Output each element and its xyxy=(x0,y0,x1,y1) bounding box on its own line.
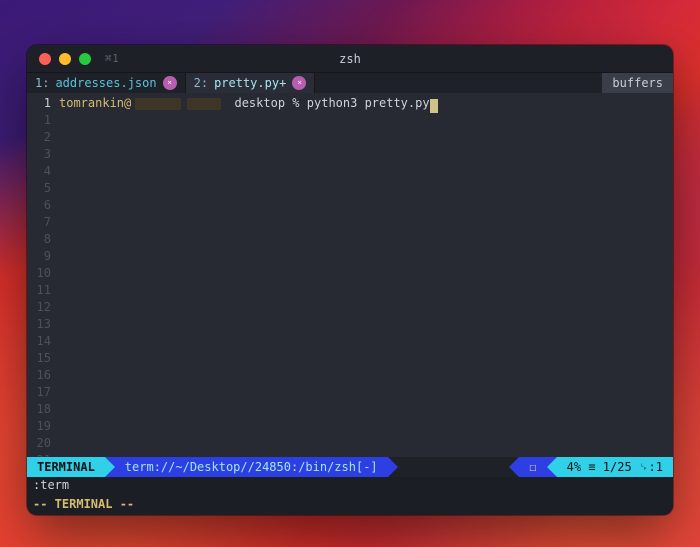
mode-line: -- TERMINAL -- xyxy=(27,495,673,515)
line-position: 1/25 xyxy=(603,460,632,474)
chevron-left-icon xyxy=(509,457,519,477)
command-line[interactable]: :term xyxy=(27,477,673,495)
chevron-left-icon xyxy=(547,457,557,477)
tab-shortcut-label: ⌘1 xyxy=(105,52,119,65)
buffers-label[interactable]: buffers xyxy=(602,73,673,93)
line-number: 12 xyxy=(27,299,51,316)
line-number: 19 xyxy=(27,418,51,435)
line-number: 5 xyxy=(27,180,51,197)
status-glyph: ☐ xyxy=(519,457,546,477)
terminal-content[interactable]: tomrankin@ desktop % python3 pretty.py xyxy=(59,93,673,457)
line-number: 1 xyxy=(27,95,51,112)
prompt-symbol: % xyxy=(292,95,299,112)
buffer-name: addresses.json xyxy=(55,76,156,90)
line-number: 7 xyxy=(27,214,51,231)
buffer-name: pretty.py+ xyxy=(214,76,286,90)
line-number: 11 xyxy=(27,282,51,299)
close-tab-icon[interactable] xyxy=(292,76,306,90)
line-number: 15 xyxy=(27,350,51,367)
line-number: 14 xyxy=(27,333,51,350)
status-path: term://~/Desktop//24850:/bin/zsh[-] xyxy=(115,457,388,477)
status-mode-label: TERMINAL xyxy=(37,460,95,474)
titlebar[interactable]: ⌘1 zsh xyxy=(27,45,673,73)
buffer-line: 1: addresses.json 2: pretty.py+ buffers xyxy=(27,73,673,93)
line-number: 13 xyxy=(27,316,51,333)
line-number: 20 xyxy=(27,435,51,452)
cursor-block-icon xyxy=(430,99,438,113)
line-number: 18 xyxy=(27,401,51,418)
line-number: 10 xyxy=(27,265,51,282)
line-number: 3 xyxy=(27,146,51,163)
status-mode: TERMINAL xyxy=(27,457,105,477)
line-number: 4 xyxy=(27,163,51,180)
line-number: 1 xyxy=(27,112,51,129)
line-number: 6 xyxy=(27,197,51,214)
redacted-host xyxy=(187,98,221,110)
typed-command: python3 pretty.py xyxy=(307,95,430,112)
chevron-right-icon xyxy=(105,457,115,477)
chevron-right-icon xyxy=(388,457,398,477)
minimize-icon[interactable] xyxy=(59,53,71,65)
terminal-window: ⌘1 zsh 1: addresses.json 2: pretty.py+ b… xyxy=(27,45,673,515)
line-number: 8 xyxy=(27,231,51,248)
col-position: ␊:1 xyxy=(639,460,663,475)
percent-value: 4% xyxy=(567,460,581,474)
line-number: 9 xyxy=(27,248,51,265)
prompt-line: tomrankin@ desktop % python3 pretty.py xyxy=(59,95,673,112)
prompt-user: tomrankin@ xyxy=(59,95,131,112)
buffer-index: 2: xyxy=(194,76,208,90)
line-number: 17 xyxy=(27,384,51,401)
buffer-index: 1: xyxy=(35,76,49,90)
line-number-gutter: 1 1 2 3 4 5 6 7 8 9 10 11 12 13 14 15 16… xyxy=(27,93,59,457)
line-number: 16 xyxy=(27,367,51,384)
redacted-host xyxy=(135,98,181,110)
status-percent: 4% ≡ 1/25 ␊:1 xyxy=(557,457,673,477)
line-number: 2 xyxy=(27,129,51,146)
buffer-tab-addresses[interactable]: 1: addresses.json xyxy=(27,73,186,93)
maximize-icon[interactable] xyxy=(79,53,91,65)
status-line: TERMINAL term://~/Desktop//24850:/bin/zs… xyxy=(27,457,673,477)
separator-icon: ≡ xyxy=(588,460,595,474)
close-icon[interactable] xyxy=(39,53,51,65)
editor-area[interactable]: 1 1 2 3 4 5 6 7 8 9 10 11 12 13 14 15 16… xyxy=(27,93,673,457)
prompt-path: desktop xyxy=(234,95,285,112)
window-title: zsh xyxy=(339,52,361,66)
traffic-lights xyxy=(39,53,91,65)
close-tab-icon[interactable] xyxy=(163,76,177,90)
buffer-tab-pretty[interactable]: 2: pretty.py+ xyxy=(186,73,316,93)
